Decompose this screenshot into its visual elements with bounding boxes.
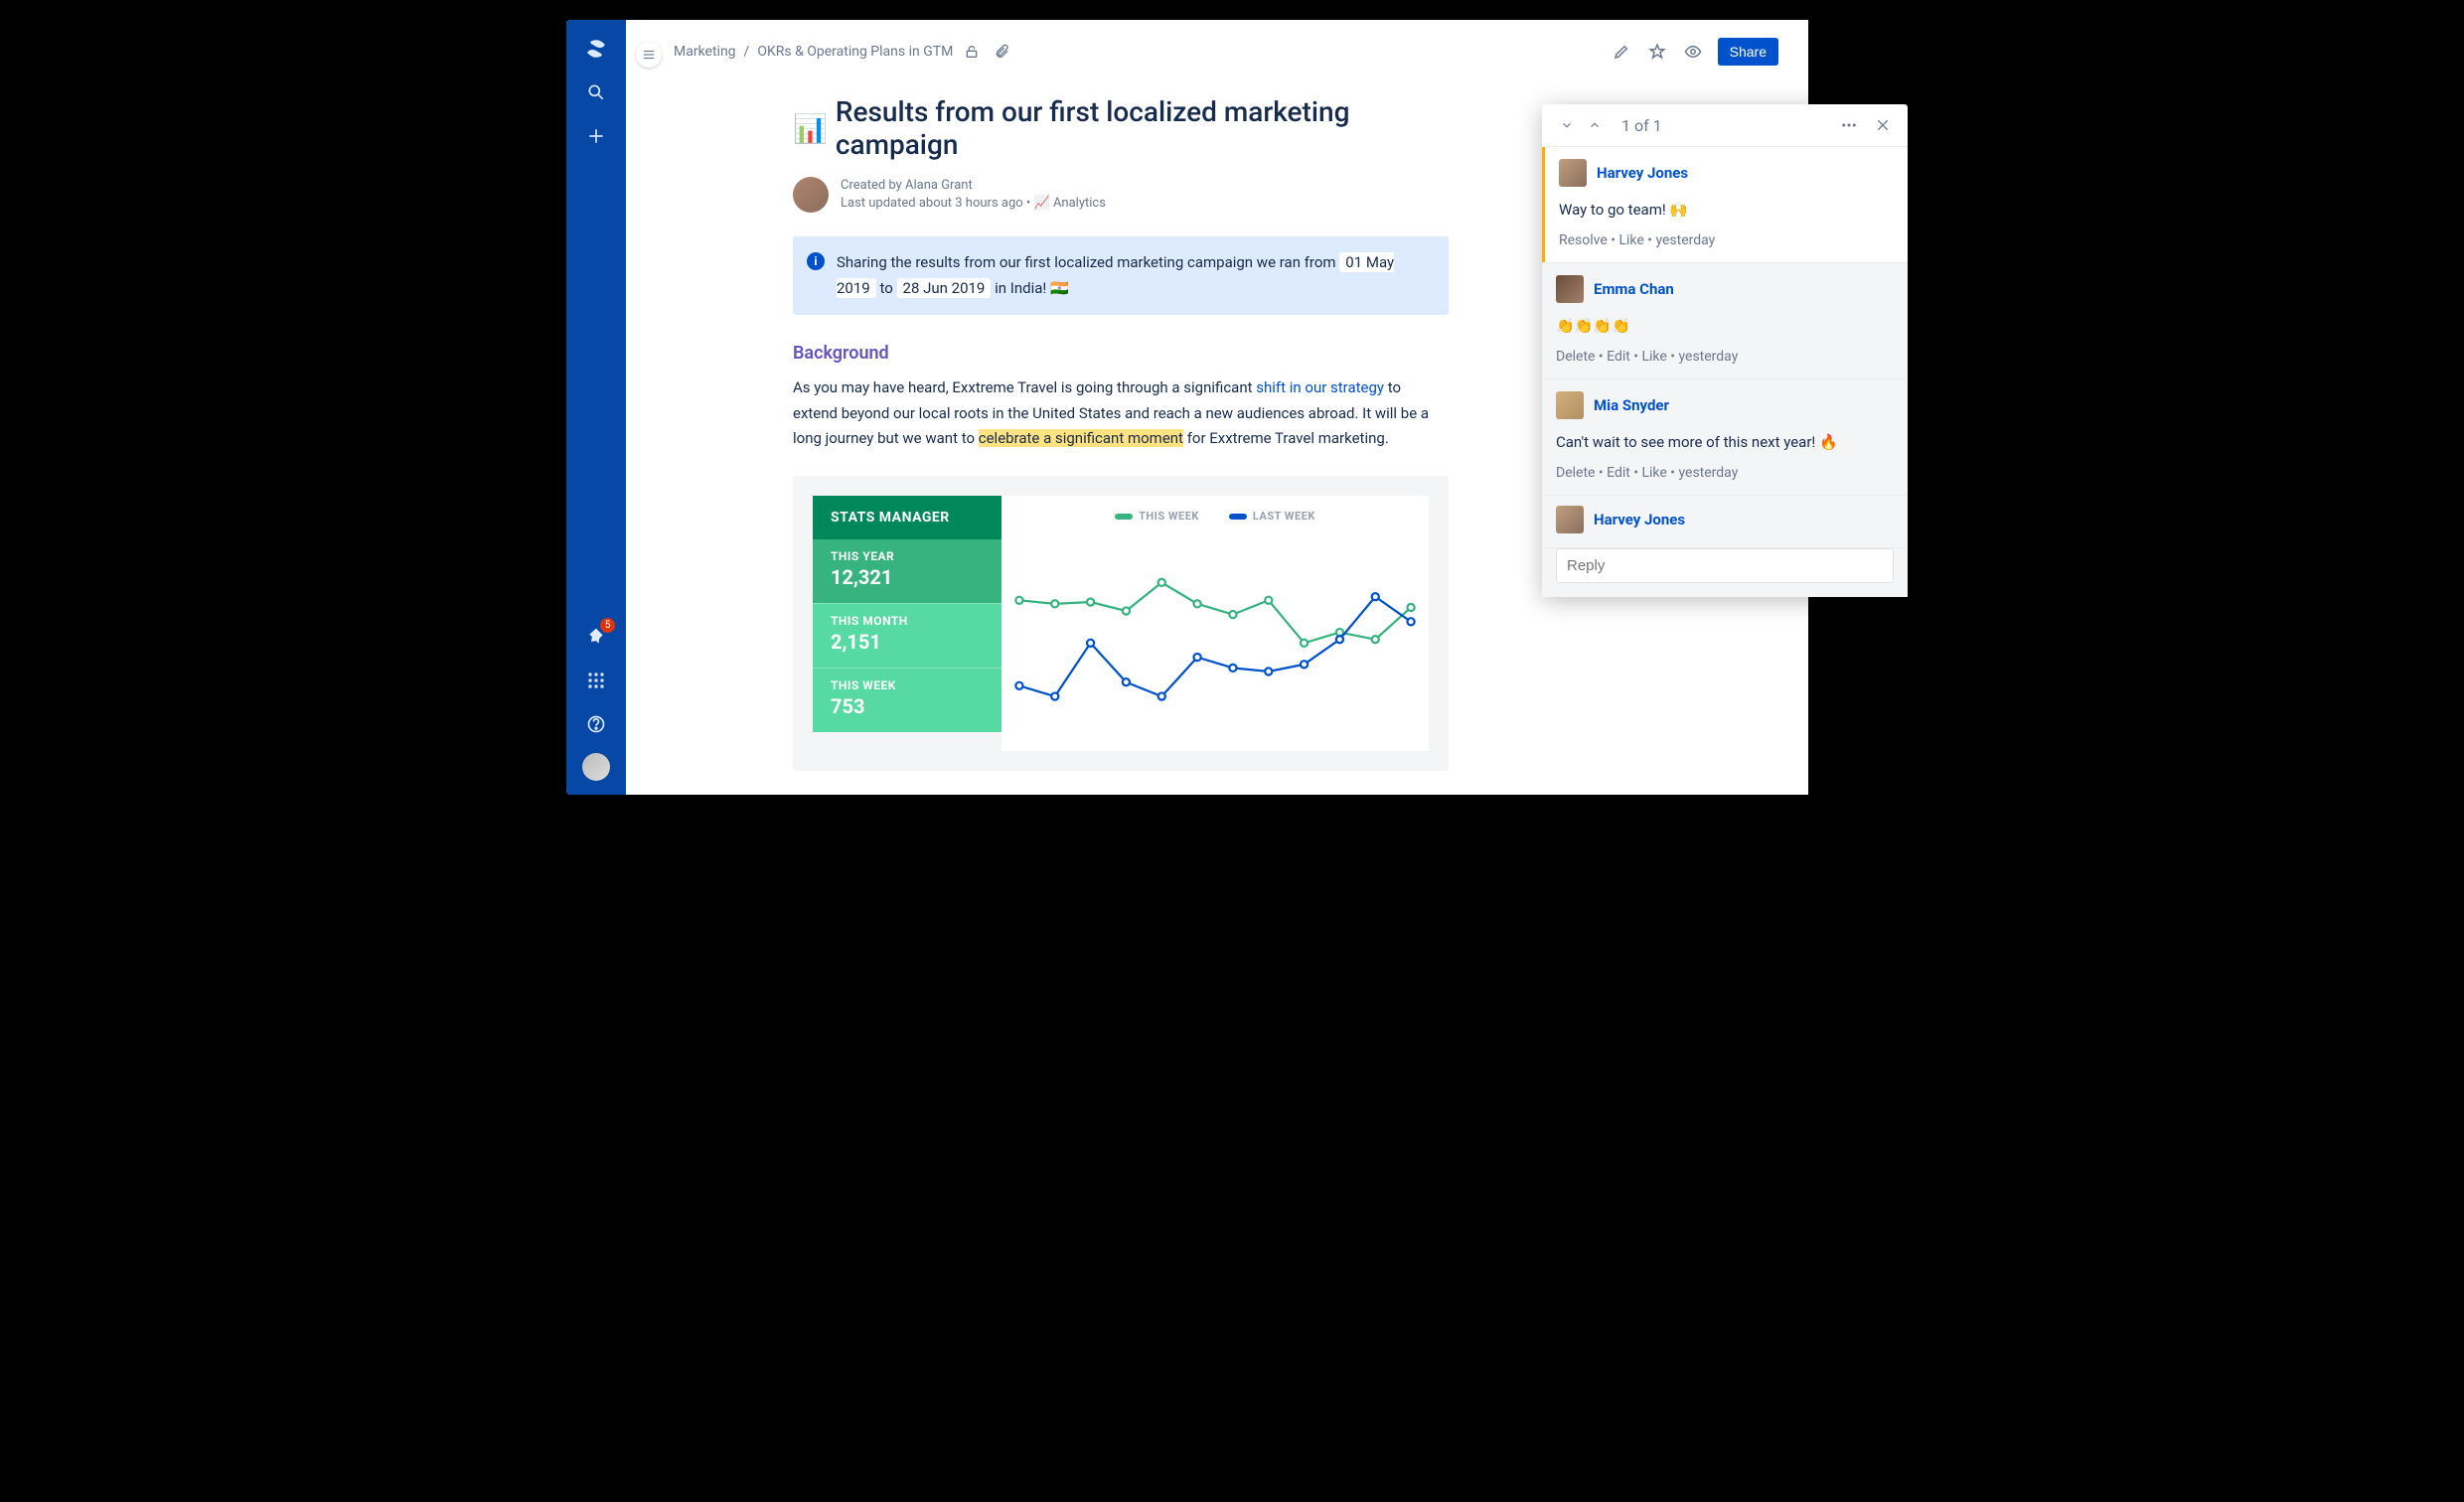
profile-avatar[interactable] <box>582 753 610 781</box>
app-switcher-icon[interactable] <box>581 666 611 695</box>
comment-avatar[interactable] <box>1556 275 1584 303</box>
page-title: 📊 Results from our first localized marke… <box>793 95 1449 161</box>
strategy-link[interactable]: shift in our strategy <box>1256 378 1384 396</box>
updated-line: Last updated about 3 hours ago <box>841 196 1023 211</box>
highlighted-text: celebrate a significant moment <box>979 429 1183 447</box>
breadcrumb-space[interactable]: Marketing <box>674 44 736 60</box>
line-chart <box>1001 523 1429 751</box>
comment-author[interactable]: Mia Snyder <box>1594 396 1669 414</box>
section-heading: Background <box>793 343 1449 364</box>
share-button[interactable]: Share <box>1718 38 1778 66</box>
sidebar-toggle-icon[interactable] <box>636 42 662 68</box>
help-icon[interactable] <box>581 709 611 739</box>
reply-avatar[interactable] <box>1556 506 1584 533</box>
comment-next-icon[interactable] <box>1556 114 1578 136</box>
comment-prev-icon[interactable] <box>1584 114 1606 136</box>
title-emoji-icon: 📊 <box>793 112 828 145</box>
body-paragraph: As you may have heard, Exxtreme Travel i… <box>793 376 1449 452</box>
comment-author[interactable]: Emma Chan <box>1594 280 1674 298</box>
reply-row: Harvey Jones <box>1542 495 1908 547</box>
author-avatar[interactable] <box>793 177 829 213</box>
analytics-link[interactable]: Analytics <box>1053 196 1106 211</box>
breadcrumb: Marketing / OKRs & Operating Plans in GT… <box>674 41 1012 63</box>
comment-item: Mia Snyder Can't wait to see more of thi… <box>1542 378 1908 495</box>
comment-item: Harvey Jones Way to go team! 🙌 Resolve •… <box>1542 147 1908 262</box>
comment-more-icon[interactable] <box>1838 114 1860 136</box>
comment-body: 👏👏👏👏 <box>1556 317 1894 335</box>
comment-avatar[interactable] <box>1556 391 1584 419</box>
search-icon[interactable] <box>581 77 611 107</box>
attachment-icon[interactable] <box>991 41 1012 63</box>
comment-counter: 1 of 1 <box>1621 116 1662 135</box>
restrictions-icon[interactable] <box>961 41 983 63</box>
comment-avatar[interactable] <box>1559 159 1587 187</box>
chart-area: THIS WEEK LAST WEEK <box>1001 496 1429 751</box>
stats-card: STATS MANAGER THIS YEAR 12,321 THIS MONT… <box>793 476 1449 771</box>
info-panel: i Sharing the results from our first loc… <box>793 236 1449 315</box>
analytics-icon: 📈 <box>1034 196 1050 211</box>
comment-panel: 1 of 1 Harvey Jones Way to go team! 🙌 Re… <box>1542 104 1908 597</box>
comment-author[interactable]: Harvey Jones <box>1597 164 1688 182</box>
legend-this-week-icon <box>1115 514 1133 520</box>
byline: Created by Alana Grant Last updated abou… <box>793 177 1449 213</box>
star-icon[interactable] <box>1646 41 1668 63</box>
notifications-icon[interactable]: 5 <box>581 622 611 652</box>
comment-body: Way to go team! 🙌 <box>1559 201 1894 219</box>
info-icon: i <box>807 252 825 270</box>
breadcrumb-page[interactable]: OKRs & Operating Plans in GTM <box>757 44 953 60</box>
date-chip-end: 28 Jun 2019 <box>897 278 992 298</box>
notification-badge: 5 <box>600 618 615 633</box>
stats-row-year: THIS YEAR 12,321 <box>813 539 1001 603</box>
create-icon[interactable] <box>581 121 611 151</box>
stats-header: STATS MANAGER <box>813 496 1001 539</box>
edit-icon[interactable] <box>1611 41 1632 63</box>
page-header: Marketing / OKRs & Operating Plans in GT… <box>674 38 1778 66</box>
comment-actions[interactable]: Delete • Edit • Like • yesterday <box>1556 349 1894 365</box>
comment-actions[interactable]: Resolve • Like • yesterday <box>1559 232 1894 248</box>
comment-actions[interactable]: Delete • Edit • Like • yesterday <box>1556 465 1894 481</box>
comment-close-icon[interactable] <box>1872 114 1894 136</box>
stats-row-month: THIS MONTH 2,151 <box>813 603 1001 668</box>
reply-author[interactable]: Harvey Jones <box>1594 511 1685 528</box>
page-actions: Share <box>1611 38 1778 66</box>
global-nav: 5 <box>566 20 626 795</box>
comment-item: Emma Chan 👏👏👏👏 Delete • Edit • Like • ye… <box>1542 262 1908 378</box>
watch-icon[interactable] <box>1682 41 1704 63</box>
confluence-logo-icon[interactable] <box>581 34 611 64</box>
reply-input[interactable] <box>1556 548 1894 583</box>
author-line: Created by Alana Grant <box>841 177 1106 195</box>
stats-row-week: THIS WEEK 753 <box>813 668 1001 732</box>
legend-last-week-icon <box>1229 514 1247 520</box>
comment-body: Can't wait to see more of this next year… <box>1556 433 1894 451</box>
